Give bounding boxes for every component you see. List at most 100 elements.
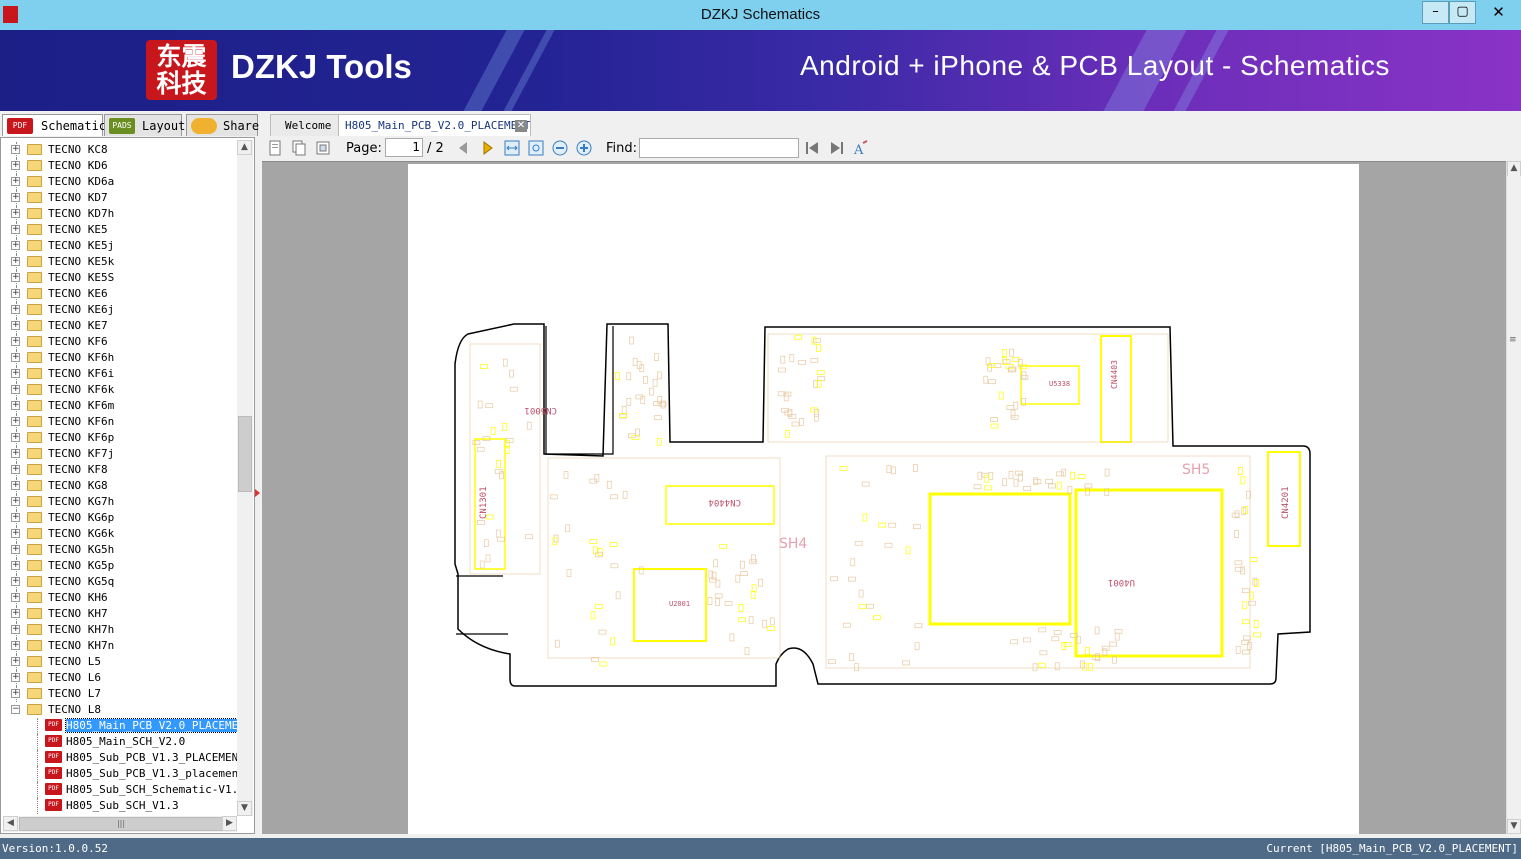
tree-vertical-scrollbar[interactable]: ▲ ▼ — [237, 140, 253, 816]
zoom-in-icon[interactable] — [576, 140, 592, 156]
tree-folder-item[interactable]: + TECNO KF6 — [1, 334, 237, 350]
tree-folder-item[interactable]: + TECNO KF7j — [1, 446, 237, 462]
tree-folder-item[interactable]: + TECNO KG7h — [1, 494, 237, 510]
scroll-down-icon[interactable]: ▼ — [1507, 819, 1521, 834]
expand-icon[interactable]: + — [11, 545, 20, 554]
tree-folder-item[interactable]: + TECNO KE5 — [1, 222, 237, 238]
tree-folder-item[interactable]: + TECNO KF6h — [1, 350, 237, 366]
tree-file-item[interactable]: PDF H805_Sub_PCB_V1.3_placement — [1, 766, 245, 782]
expand-icon[interactable]: + — [11, 513, 20, 522]
tree-folder-item[interactable]: + TECNO KD7 — [1, 190, 237, 206]
expand-icon[interactable]: + — [11, 657, 20, 666]
expand-icon[interactable]: + — [11, 289, 20, 298]
fit-page-icon[interactable] — [315, 140, 331, 156]
actual-size-icon[interactable] — [528, 140, 544, 156]
tree-file-item[interactable]: PDF H805_Sub_PCB_V1.3_PLACEMENT — [1, 750, 245, 766]
document-viewer[interactable]: CN6001 CN1301 CN4404 SH4 SH5 U5338 CN440… — [262, 161, 1506, 834]
scroll-up-icon[interactable]: ▲ — [1507, 161, 1521, 176]
tree-folder-item[interactable]: + TECNO KE6j — [1, 302, 237, 318]
collapse-icon[interactable]: − — [11, 705, 20, 714]
scroll-down-icon[interactable]: ▼ — [237, 801, 252, 816]
scroll-up-icon[interactable]: ▲ — [237, 140, 252, 155]
zoom-out-icon[interactable] — [552, 140, 568, 156]
tab-schematic[interactable]: PDF Schematic — [2, 114, 106, 136]
expand-icon[interactable]: + — [11, 401, 20, 410]
tree-folder-item[interactable]: + TECNO KF6k — [1, 382, 237, 398]
tree-folder-item-expanded[interactable]: − TECNO L8 — [1, 702, 237, 718]
expand-icon[interactable]: + — [11, 145, 20, 154]
tree-folder-item[interactable]: + TECNO L5 — [1, 654, 237, 670]
tree-folder-item[interactable]: + TECNO KH6 — [1, 590, 237, 606]
tree-file-item[interactable]: PDF H805_Main_SCH_V2.0 — [1, 734, 237, 750]
tree-folder-item[interactable]: + TECNO KE6 — [1, 286, 237, 302]
tree-folder-item[interactable]: + TECNO L6 — [1, 670, 237, 686]
expand-icon[interactable]: + — [11, 241, 20, 250]
expand-icon[interactable]: + — [11, 625, 20, 634]
tree-folder-item[interactable]: + TECNO KD6 — [1, 158, 237, 174]
expand-icon[interactable]: + — [11, 641, 20, 650]
tree-hscroll-thumb[interactable]: ||| — [19, 817, 223, 831]
open-document-icon[interactable] — [267, 140, 283, 156]
viewer-scroll-thumb[interactable] — [1508, 175, 1520, 821]
close-button[interactable]: ✕ — [1476, 1, 1521, 24]
close-tab-icon[interactable]: ✕ — [515, 120, 527, 132]
expand-icon[interactable]: + — [11, 193, 20, 202]
expand-icon[interactable]: + — [11, 417, 20, 426]
scroll-left-icon[interactable]: ◀ — [3, 816, 18, 831]
expand-icon[interactable]: + — [11, 593, 20, 602]
tree-folder-item[interactable]: + TECNO KF6n — [1, 414, 237, 430]
tree-folder-item[interactable]: + TECNO KC8 — [1, 142, 237, 158]
tree-folder-item[interactable]: + TECNO KH7n — [1, 638, 237, 654]
expand-icon[interactable]: + — [11, 305, 20, 314]
tab-welcome[interactable]: Welcome — [270, 114, 340, 136]
find-previous-icon[interactable] — [804, 140, 820, 156]
maximize-button[interactable]: ▢ — [1449, 1, 1476, 24]
expand-icon[interactable]: + — [11, 225, 20, 234]
expand-icon[interactable]: + — [11, 369, 20, 378]
next-page-icon[interactable] — [480, 140, 496, 156]
tree-folder-item[interactable]: + TECNO L7 — [1, 686, 237, 702]
expand-icon[interactable]: + — [11, 465, 20, 474]
tree-folder-item[interactable]: + TECNO KG6k — [1, 526, 237, 542]
tree-folder-item[interactable]: + TECNO KF6m — [1, 398, 237, 414]
collapse-arrow-icon[interactable] — [255, 489, 260, 497]
expand-icon[interactable]: + — [11, 385, 20, 394]
expand-icon[interactable]: + — [11, 577, 20, 586]
expand-icon[interactable]: + — [11, 561, 20, 570]
tree-folder-item[interactable]: + TECNO KF6i — [1, 366, 237, 382]
tree-file-item[interactable]: PDF H805_Sub_SCH_Schematic-V1.3 — [1, 782, 245, 798]
previous-page-icon[interactable] — [455, 140, 471, 156]
tree-folder-item[interactable]: + TECNO KE5k — [1, 254, 237, 270]
tree-folder-item[interactable]: + TECNO KH7 — [1, 606, 237, 622]
expand-icon[interactable]: + — [11, 321, 20, 330]
expand-icon[interactable]: + — [11, 609, 20, 618]
tree-file-item[interactable]: PDF H805_Sub_SCH_V1.3 — [1, 798, 237, 814]
expand-icon[interactable]: + — [11, 257, 20, 266]
minimize-button[interactable]: – — [1422, 1, 1449, 24]
tree-folder-item[interactable]: + TECNO KG5h — [1, 542, 237, 558]
tree-folder-item[interactable]: + TECNO KG8 — [1, 478, 237, 494]
find-input[interactable] — [639, 138, 799, 158]
highlight-text-icon[interactable]: A — [853, 140, 869, 156]
tree-folder-item[interactable]: + TECNO KE7 — [1, 318, 237, 334]
expand-icon[interactable]: + — [11, 161, 20, 170]
expand-icon[interactable]: + — [11, 497, 20, 506]
copy-page-icon[interactable] — [291, 140, 307, 156]
expand-icon[interactable]: + — [11, 529, 20, 538]
expand-icon[interactable]: + — [11, 209, 20, 218]
expand-icon[interactable]: + — [11, 337, 20, 346]
tab-layout[interactable]: PADS Layout — [104, 114, 185, 136]
expand-icon[interactable]: + — [11, 689, 20, 698]
tree-folder-item[interactable]: + TECNO KD7h — [1, 206, 237, 222]
expand-icon[interactable]: + — [11, 273, 20, 282]
tree-folder-item[interactable]: + TECNO KF6p — [1, 430, 237, 446]
viewer-vertical-scrollbar[interactable]: ▲ ≡ ▼ — [1506, 161, 1521, 834]
find-next-icon[interactable] — [829, 140, 845, 156]
tree-folder-item[interactable]: + TECNO KG5p — [1, 558, 237, 574]
scroll-right-icon[interactable]: ▶ — [222, 816, 237, 831]
panel-splitter[interactable] — [255, 137, 262, 834]
page-number-input[interactable]: 1 — [385, 138, 423, 157]
tree-folder-item[interactable]: + TECNO KE5S — [1, 270, 237, 286]
tree-folder-item[interactable]: + TECNO KE5j — [1, 238, 237, 254]
tree-folder-item[interactable]: + TECNO KG6p — [1, 510, 237, 526]
